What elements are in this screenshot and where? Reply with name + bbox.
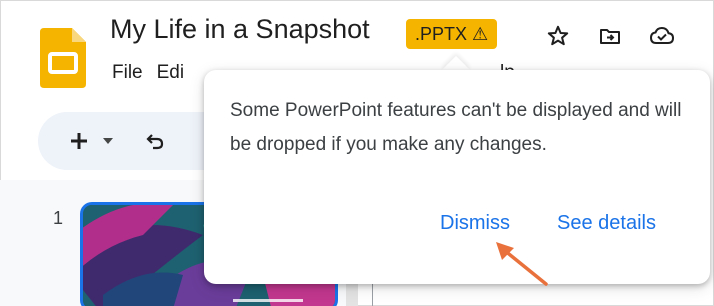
see-details-button[interactable]: See details bbox=[557, 212, 656, 235]
star-icon[interactable] bbox=[544, 22, 572, 50]
move-to-folder-icon[interactable] bbox=[596, 22, 624, 50]
add-icon[interactable] bbox=[66, 128, 92, 154]
cloud-status-icon[interactable] bbox=[648, 22, 676, 50]
google-slides-icon[interactable] bbox=[40, 28, 86, 88]
slide-number: 1 bbox=[53, 208, 64, 228]
undo-icon[interactable] bbox=[142, 128, 168, 154]
pptx-format-badge[interactable]: .PPTX ⚠ bbox=[406, 19, 498, 49]
popup-message: Some PowerPoint features can't be displa… bbox=[230, 100, 682, 155]
document-title[interactable]: My Life in a Snapshot bbox=[110, 14, 370, 45]
pptx-warning-popup: Some PowerPoint features can't be displa… bbox=[204, 70, 710, 284]
menu-edit[interactable]: Edi bbox=[157, 62, 184, 83]
chevron-down-icon[interactable] bbox=[100, 128, 116, 154]
menu-bar: File Edi bbox=[112, 62, 198, 84]
annotation-arrow-icon bbox=[496, 242, 548, 286]
menu-file[interactable]: File bbox=[112, 62, 143, 83]
dismiss-button[interactable]: Dismiss bbox=[440, 212, 510, 235]
